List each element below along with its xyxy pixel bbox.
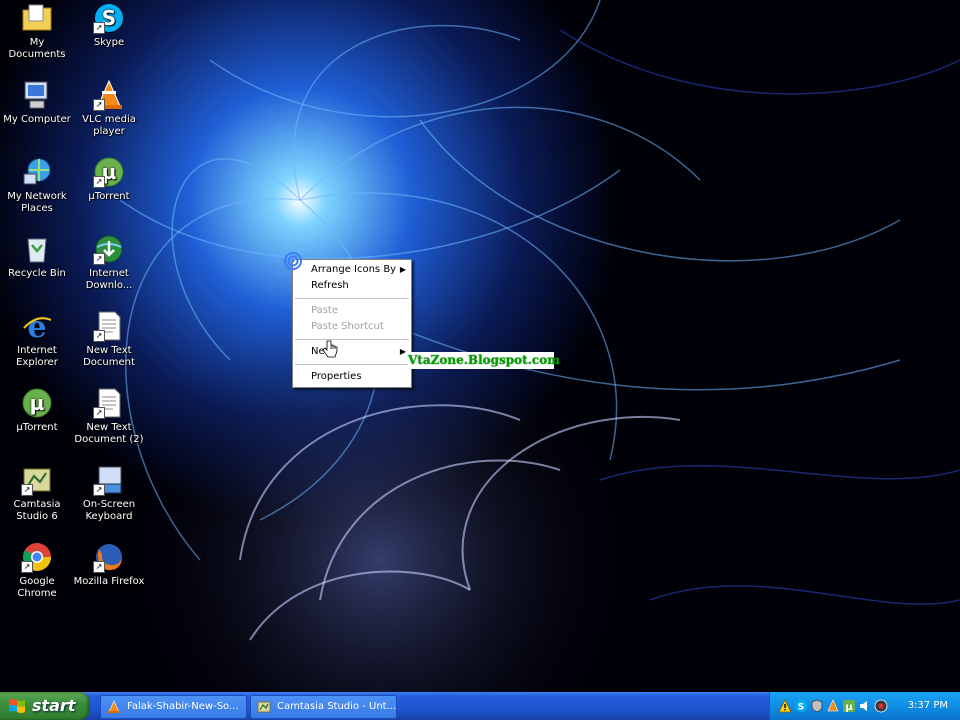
submenu-arrow-icon: ▶ — [399, 265, 406, 274]
network-warning-icon[interactable] — [778, 699, 792, 713]
desktop-icon-label: Internet Downlo... — [85, 268, 133, 291]
taskbar-button-vlc[interactable]: Falak-Shabir-New-So... — [100, 695, 247, 719]
desktop-icon-label: New Text Document — [83, 345, 135, 368]
taskbar-button-label: Falak-Shabir-New-So... — [127, 701, 239, 712]
desktop-icon-label: µTorrent — [16, 422, 58, 433]
svg-text:e: e — [27, 310, 46, 342]
system-tray: S µ 3:37 PM — [769, 692, 960, 720]
folder-documents-icon — [21, 2, 53, 34]
desktop-icon[interactable]: ↗ Google Chrome — [0, 541, 74, 600]
camtasia-icon: ↗ — [21, 464, 53, 496]
submenu-arrow-icon: ▶ — [399, 347, 406, 356]
desktop-icon[interactable]: Recycle Bin — [0, 233, 74, 280]
shortcut-arrow-icon: ↗ — [93, 253, 105, 265]
desktop-icon[interactable]: ↗ VLC media player — [72, 79, 146, 138]
clock[interactable]: 3:37 PM — [908, 692, 948, 720]
shortcut-arrow-icon: ↗ — [21, 484, 33, 496]
utorrent-tray-icon[interactable]: µ — [842, 699, 856, 713]
desktop-icon-label: µTorrent — [88, 191, 130, 202]
desktop-icon-label: My Network Places — [7, 191, 67, 214]
desktop-context-menu: Arrange Icons By ▶ Refresh Paste Paste S… — [292, 259, 412, 388]
skype-icon: S ↗ — [93, 2, 125, 34]
keyboard-icon: ↗ — [93, 464, 125, 496]
desktop-icon[interactable]: S ↗ Skype — [72, 2, 146, 49]
desktop-icon-label: Google Chrome — [17, 576, 57, 599]
menu-item-properties[interactable]: Properties — [293, 369, 411, 385]
recycle-bin-icon — [21, 233, 53, 265]
desktop-icon-label: Camtasia Studio 6 — [13, 499, 61, 522]
shortcut-arrow-icon: ↗ — [93, 22, 105, 34]
desktop-icon[interactable]: µ ↗ µTorrent — [72, 156, 146, 203]
menu-separator — [295, 298, 409, 299]
desktop-icon-label: On-Screen Keyboard — [82, 499, 136, 522]
desktop-icon[interactable]: ↗ New Text Document — [72, 310, 146, 369]
desktop-icon-label: New Text Document (2) — [74, 422, 144, 445]
desktop-icon-label: Mozilla Firefox — [73, 576, 145, 587]
spiral-cursor-icon — [284, 252, 302, 270]
svg-text:S: S — [798, 703, 804, 713]
computer-icon — [21, 79, 53, 111]
utorrent-icon: µ — [21, 387, 53, 419]
vlc-tray-icon[interactable] — [826, 699, 840, 713]
utorrent-icon: µ ↗ — [93, 156, 125, 188]
shortcut-arrow-icon: ↗ — [93, 484, 105, 496]
shortcut-arrow-icon: ↗ — [93, 99, 105, 111]
desktop-icon[interactable]: My Documents — [0, 2, 74, 61]
menu-separator — [295, 339, 409, 340]
internet-explorer-icon: e — [21, 310, 53, 342]
firefox-icon: ↗ — [93, 541, 125, 573]
shortcut-arrow-icon: ↗ — [93, 176, 105, 188]
hand-cursor-icon — [322, 340, 338, 358]
svg-text:µ: µ — [845, 702, 853, 713]
shortcut-arrow-icon: ↗ — [21, 561, 33, 573]
text-document-icon: ↗ — [93, 387, 125, 419]
text-document-icon: ↗ — [93, 310, 125, 342]
speaker-tray-icon[interactable] — [858, 699, 872, 713]
desktop-icon[interactable]: ↗ On-Screen Keyboard — [72, 464, 146, 523]
desktop-icon[interactable]: ↗ New Text Document (2) — [72, 387, 146, 446]
taskbar: start Falak-Shabir-New-So... Camtasia St… — [0, 692, 960, 720]
menu-item-refresh[interactable]: Refresh — [293, 278, 411, 294]
desktop-icon[interactable]: ↗ Internet Downlo... — [72, 233, 146, 292]
desktop-icon-label: Recycle Bin — [8, 268, 66, 279]
svg-text:µ: µ — [30, 391, 45, 415]
vlc-cone-icon — [108, 700, 120, 713]
desktop-icon-label: My Computer — [3, 114, 71, 125]
desktop-icon-label: Internet Explorer — [16, 345, 58, 368]
taskbar-button-camtasia[interactable]: Camtasia Studio - Unt... — [250, 695, 397, 719]
start-button[interactable]: start — [0, 692, 90, 720]
network-icon — [21, 156, 53, 188]
menu-item-paste[interactable]: Paste — [293, 303, 411, 319]
desktop-icon[interactable]: ↗ Camtasia Studio 6 — [0, 464, 74, 523]
desktop-icon[interactable]: e Internet Explorer — [0, 310, 74, 369]
desktop-icon[interactable]: µ µTorrent — [0, 387, 74, 434]
camtasia-tray-icon[interactable] — [874, 699, 888, 713]
internet-download-icon: ↗ — [93, 233, 125, 265]
menu-separator — [295, 364, 409, 365]
taskbar-button-label: Camtasia Studio - Unt... — [277, 701, 397, 712]
shortcut-arrow-icon: ↗ — [93, 407, 105, 419]
skype-tray-icon[interactable]: S — [794, 699, 808, 713]
desktop-icon-label: My Documents — [8, 37, 66, 60]
windows-flag-icon — [9, 699, 25, 713]
desktop-icon-label: Skype — [93, 37, 125, 48]
menu-item-paste-shortcut[interactable]: Paste Shortcut — [293, 319, 411, 335]
start-label: start — [32, 696, 76, 715]
chrome-icon: ↗ — [21, 541, 53, 573]
desktop-icon[interactable]: My Network Places — [0, 156, 74, 215]
camtasia-icon — [257, 701, 271, 713]
vlc-cone-icon: ↗ — [93, 79, 125, 111]
desktop-icon[interactable]: ↗ Mozilla Firefox — [72, 541, 146, 588]
shortcut-arrow-icon: ↗ — [93, 561, 105, 573]
shortcut-arrow-icon: ↗ — [93, 330, 105, 342]
menu-item-arrange-icons-by[interactable]: Arrange Icons By ▶ — [293, 262, 411, 278]
desktop-icon[interactable]: My Computer — [0, 79, 74, 126]
watermark-text: VtaZone.Blogspot.com — [408, 352, 560, 369]
desktop-icon-label: VLC media player — [82, 114, 136, 137]
shield-tray-icon[interactable] — [810, 699, 824, 713]
menu-item-new[interactable]: New ▶ — [293, 344, 411, 360]
